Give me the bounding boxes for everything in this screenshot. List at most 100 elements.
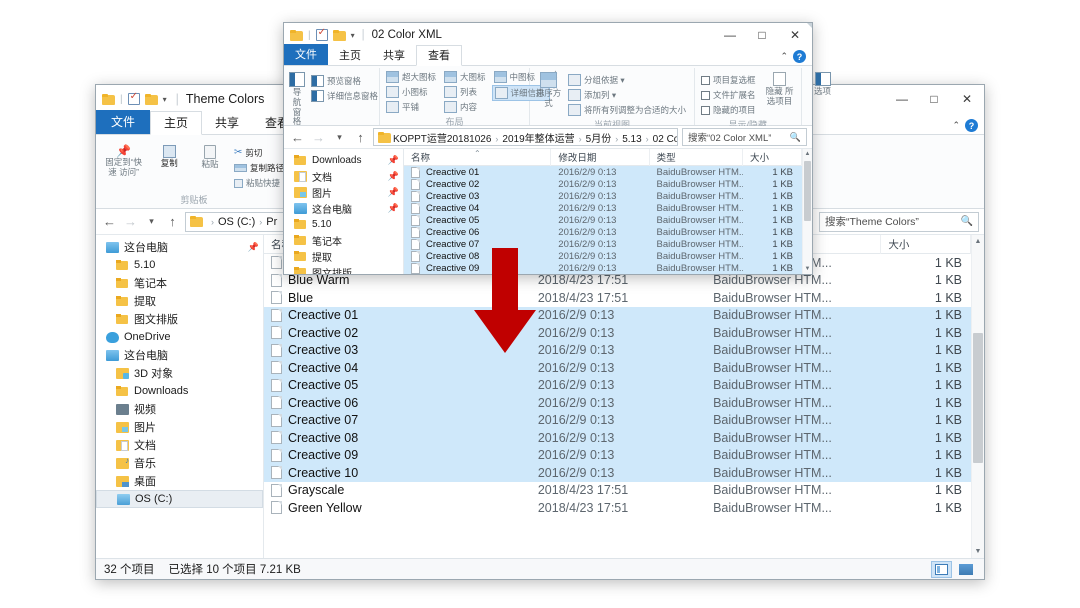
item-checkboxes-option[interactable]: 项目复选框 <box>699 73 760 87</box>
scrollbar-thumb[interactable] <box>804 161 811 221</box>
column-header-size[interactable]: 大小 <box>743 149 802 166</box>
back-button[interactable]: ← <box>101 214 118 229</box>
scrollbar-thumb[interactable] <box>973 333 983 463</box>
title-bar[interactable]: | ▾ |02 Color XML — □ ✕ <box>284 23 812 47</box>
details-pane-button[interactable]: 详细信息窗格 <box>309 89 382 103</box>
content-button[interactable]: 内容 <box>442 100 490 114</box>
table-row[interactable]: Creactive 09 2016/2/9 0:13 BaiduBrowser HT… <box>404 262 802 274</box>
sidebar-item-3[interactable]: 笔记本 <box>96 274 263 292</box>
copy-button[interactable]: 复制 <box>150 143 188 171</box>
minimize-button[interactable]: — <box>886 85 918 113</box>
checkbox-icon[interactable] <box>701 90 710 100</box>
sidebar-item-5[interactable]: 图文排版 <box>96 310 263 328</box>
tab-share[interactable]: 共享 <box>372 46 416 65</box>
sidebar-item-7[interactable]: 提取 <box>284 248 403 264</box>
sort-by-button[interactable]: 排序方式 <box>534 70 563 111</box>
table-row[interactable]: Creactive 09 2016/2/9 0:13 BaiduBrowser HT… <box>264 446 971 464</box>
vertical-scrollbar[interactable]: ▲ ▼ <box>971 235 984 558</box>
sidebar-item-7[interactable]: 这台电脑 <box>96 346 263 364</box>
column-header-name[interactable]: 名称 ⌃ <box>404 149 552 166</box>
large-icons-button[interactable]: 大图标 <box>442 70 490 84</box>
table-row[interactable]: Creactive 02 2016/2/9 0:13 BaiduBrowser HT… <box>264 324 971 342</box>
sidebar-item-6[interactable]: 笔记本 <box>284 232 403 248</box>
sidebar-item-8[interactable]: 3D 对象 <box>96 364 263 382</box>
table-row[interactable]: Creactive 01 2016/2/9 0:13 BaiduBrowser HT… <box>264 306 971 324</box>
pin-icon[interactable]: 📌 <box>388 203 399 214</box>
table-row[interactable]: Creactive 07 2016/2/9 0:13 BaiduBrowser HT… <box>264 411 971 429</box>
table-row[interactable]: Creactive 04 2016/2/9 0:13 BaiduBrowser HT… <box>264 359 971 377</box>
table-row[interactable]: Creactive 04 2016/2/9 0:13 BaiduBrowser HT… <box>404 202 802 214</box>
table-row[interactable]: Creactive 08 2016/2/9 0:13 BaiduBrowser HT… <box>404 250 802 262</box>
checkbox-icon[interactable] <box>701 75 710 85</box>
quick-access-toolbar[interactable]: | ▾ <box>290 27 355 41</box>
table-row[interactable]: Blue 2018/4/23 17:51 BaiduBrowser HTM... 1 … <box>264 289 971 307</box>
table-row[interactable]: Creactive 06 2016/2/9 0:13 BaiduBrowser HT… <box>264 394 971 412</box>
paste-shortcut-button[interactable]: 粘贴快捷 <box>232 176 288 190</box>
file-rows[interactable]: Creactive 01 2016/2/9 0:13 BaiduBrowser HT… <box>404 166 802 274</box>
tiles-button[interactable]: 平铺 <box>384 100 440 114</box>
view-buttons[interactable] <box>931 560 976 578</box>
quick-access-toolbar[interactable]: | ▾ <box>102 91 167 105</box>
column-header-date[interactable]: 修改日期 <box>551 149 650 166</box>
sidebar-item-15[interactable]: OS (C:) <box>96 490 263 508</box>
pin-to-quick-access-button[interactable]: 📌 固定到“快速 访问” <box>100 143 147 180</box>
extra-large-icons-button[interactable]: 超大图标 <box>384 70 440 84</box>
search-input[interactable]: 搜索“Theme Colors” <box>825 214 919 229</box>
search-icon[interactable]: 🔍 <box>790 132 801 143</box>
group-by-button[interactable]: 分组依据 ▾ <box>566 73 690 87</box>
sidebar-item-1[interactable]: Downloads 📌 <box>284 152 403 168</box>
sidebar-item-1[interactable]: 这台电脑 📌 <box>96 238 263 256</box>
pin-icon[interactable]: 📌 <box>248 242 259 253</box>
chevron-down-icon[interactable]: ▾ <box>351 31 355 40</box>
pin-icon[interactable]: 📌 <box>388 187 399 198</box>
sidebar-item-8[interactable]: 图文排版 <box>284 264 403 274</box>
breadcrumb[interactable]: › OS (C:) › Pr <box>207 216 277 228</box>
table-row[interactable]: Green Yellow 2018/4/23 17:51 BaiduBrowser … <box>264 499 971 517</box>
sidebar-item-5[interactable]: 5.10 <box>284 216 403 232</box>
column-headers[interactable]: 名称 ⌃ 修改日期 类型 大小 <box>404 149 802 166</box>
up-button[interactable]: ↑ <box>164 214 181 229</box>
scroll-down-icon[interactable]: ▼ <box>803 264 812 274</box>
navigation-pane[interactable]: Downloads📌文档📌图片📌这台电脑📌5.10笔记本提取图文排版OneDri… <box>284 149 404 274</box>
file-extensions-option[interactable]: 文件扩展名 <box>699 88 760 102</box>
ribbon-view[interactable]: 导航窗格 ▾ 预览窗格 详细信息窗格 窗格 <box>284 66 831 150</box>
small-icons-button[interactable]: 小图标 <box>384 85 440 99</box>
ribbon-tabs[interactable]: 文件 主页 共享 查看 ⌃ ? <box>284 44 812 66</box>
scroll-up-icon[interactable]: ▲ <box>972 235 984 248</box>
table-row[interactable]: Creactive 10 2016/2/9 0:13 BaiduBrowser HT… <box>264 464 971 482</box>
help-icon[interactable]: ? <box>793 50 806 63</box>
scroll-up-icon[interactable]: ▲ <box>803 149 812 159</box>
table-row[interactable]: Creactive 03 2016/2/9 0:13 BaiduBrowser HT… <box>404 190 802 202</box>
file-list-pane[interactable]: 名称 修改日期 类型 大小 Blue II2018/4/23 17:51Baid… <box>264 235 971 558</box>
chevron-up-icon[interactable]: ⌃ <box>952 120 960 131</box>
list-button[interactable]: 列表 <box>442 85 490 99</box>
add-column-button[interactable]: 添加列 ▾ <box>566 88 690 102</box>
sidebar-item-13[interactable]: 音乐 <box>96 454 263 472</box>
hidden-items-option[interactable]: 隐藏的项目 <box>699 103 760 117</box>
search-box[interactable]: 搜索“Theme Colors” 🔍 <box>819 211 979 232</box>
chevron-up-icon[interactable]: ⌃ <box>780 51 788 62</box>
help-icon[interactable]: ? <box>965 119 978 132</box>
window-controls[interactable]: — □ ✕ <box>886 85 984 113</box>
sidebar-item-11[interactable]: 图片 <box>96 418 263 436</box>
search-input[interactable]: 搜索“02 Color XML” <box>688 130 771 144</box>
checkbox-icon[interactable] <box>701 105 710 115</box>
navigation-pane[interactable]: 这台电脑 📌 5.10 笔记本 提取 图文排版 OneDrive 这台电脑 3D 对象 Downl… <box>96 235 264 558</box>
table-row[interactable]: Creactive 08 2016/2/9 0:13 BaiduBrowser HT… <box>264 429 971 447</box>
cut-button[interactable]: ✂ 剪切 <box>232 146 288 160</box>
paste-button[interactable]: 粘贴 <box>191 143 229 172</box>
size-all-columns-button[interactable]: 将所有列调整为合适的大小 <box>566 103 690 117</box>
sidebar-item-4[interactable]: 这台电脑 📌 <box>284 200 403 216</box>
sidebar-item-12[interactable]: 文档 <box>96 436 263 454</box>
details-view-button[interactable] <box>931 560 952 578</box>
vertical-scrollbar[interactable]: ▲ ▼ <box>802 149 812 274</box>
search-icon[interactable]: 🔍 <box>961 216 973 227</box>
breadcrumb[interactable]: › KOPPT运营20181026 › 2019年整体运营 › 5月份 › 5.13 › 02 C… <box>382 130 677 145</box>
tab-home[interactable]: 主页 <box>328 46 372 65</box>
pin-icon[interactable]: 📌 <box>388 171 399 182</box>
ribbon-help[interactable]: ⌃ ? <box>780 50 806 63</box>
sidebar-item-9[interactable]: Downloads <box>96 382 263 400</box>
new-folder-icon[interactable] <box>144 93 158 105</box>
file-rows[interactable]: Blue II2018/4/23 17:51BaiduBrowser HTM..… <box>264 254 971 558</box>
options-button[interactable]: 选项 <box>806 70 840 99</box>
